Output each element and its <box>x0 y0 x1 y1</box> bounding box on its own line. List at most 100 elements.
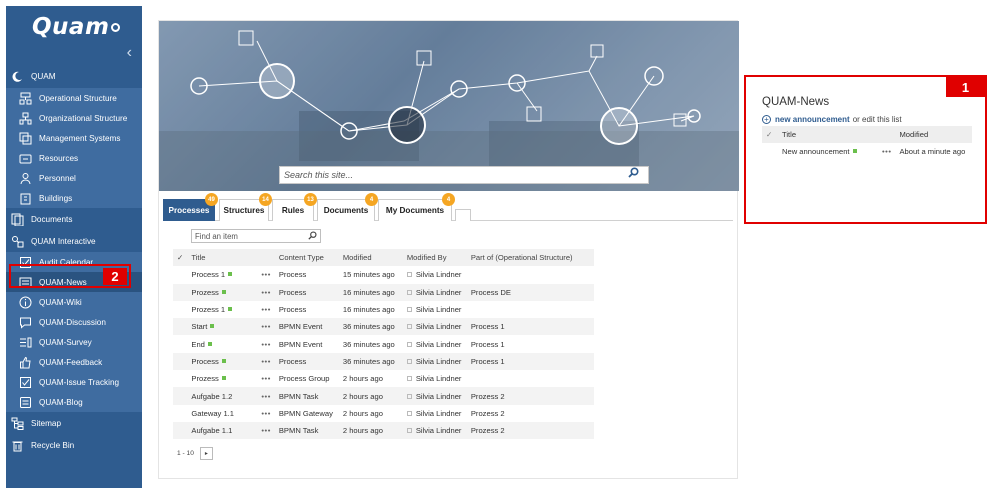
sidebar-item-quam-wiki[interactable]: QUAM-Wiki <box>6 292 142 312</box>
row-select-cell[interactable] <box>173 353 187 370</box>
ellipsis-menu-icon[interactable]: ••• <box>257 370 274 387</box>
row-title[interactable]: Process <box>191 357 218 366</box>
sidebar-item-management-systems[interactable]: Management Systems <box>6 128 142 148</box>
ellipsis-menu-icon[interactable]: ••• <box>878 143 895 160</box>
news-row-title[interactable]: New announcement <box>782 147 850 156</box>
new-announcement-link[interactable]: new announcement <box>775 115 850 124</box>
tab-more[interactable] <box>455 209 471 221</box>
row-select-cell[interactable] <box>173 301 187 318</box>
sidebar-item-quam-interactive[interactable]: QUAM Interactive <box>6 230 142 252</box>
row-select-cell[interactable] <box>173 335 187 352</box>
row-select-cell[interactable] <box>173 387 187 404</box>
sidebar-item-quam-survey[interactable]: QUAM-Survey <box>6 332 142 352</box>
ellipsis-menu-icon[interactable]: ••• <box>257 405 274 422</box>
ellipsis-menu-icon[interactable]: ••• <box>257 353 274 370</box>
table-row[interactable]: Aufgabe 1.2 ••• BPMN Task 2 hours ago Silvia… <box>173 387 594 405</box>
news-column-title[interactable]: Title <box>778 126 878 143</box>
row-title-cell[interactable]: Start <box>187 318 257 335</box>
news-column-modified[interactable]: Modified <box>895 126 972 143</box>
ellipsis-menu-icon[interactable]: ••• <box>257 318 274 335</box>
news-row[interactable]: New announcement ••• About a minute ago <box>762 143 972 160</box>
row-part-of[interactable]: Process 1 <box>467 353 594 370</box>
sidebar-item-buildings[interactable]: Buildings <box>6 188 142 208</box>
tab-rules[interactable]: Rules 13 <box>272 193 317 221</box>
sidebar-item-quam-issue-tracking[interactable]: QUAM-Issue Tracking <box>6 372 142 392</box>
collapse-sidebar-icon[interactable]: ‹ <box>127 44 132 62</box>
table-row[interactable]: Prozess 1 ••• Process 16 minutes ago Silvia … <box>173 301 594 318</box>
row-title[interactable]: Aufgabe 1.2 <box>191 392 232 401</box>
sidebar-item-organizational-structure[interactable]: Organizational Structure <box>6 108 142 128</box>
ellipsis-menu-icon[interactable]: ••• <box>257 266 274 283</box>
select-all-checkmark-icon[interactable]: ✓ <box>173 249 187 266</box>
next-page-button[interactable]: ▸ <box>199 447 213 460</box>
search-icon[interactable] <box>628 167 648 183</box>
row-title-cell[interactable]: Process 1 <box>187 266 257 283</box>
row-title[interactable]: End <box>191 340 205 349</box>
row-modified-by[interactable]: Silvia Lindner <box>416 374 462 383</box>
sidebar-item-resources[interactable]: Resources <box>6 148 142 168</box>
ellipsis-menu-icon[interactable]: ••• <box>257 422 274 439</box>
table-row[interactable]: Prozess ••• Process Group 2 hours ago Silvia… <box>173 370 594 387</box>
news-row-title-cell[interactable]: New announcement <box>778 143 878 160</box>
sidebar-item-quam-feedback[interactable]: QUAM-Feedback <box>6 352 142 372</box>
row-part-of[interactable] <box>467 301 594 318</box>
sidebar-item-documents[interactable]: Documents <box>6 208 142 230</box>
row-title[interactable]: Aufgabe 1.1 <box>191 426 232 435</box>
sidebar-item-sitemap[interactable]: Sitemap <box>6 412 142 434</box>
row-part-of[interactable]: Process 1 <box>467 335 594 352</box>
table-row[interactable]: End ••• BPMN Event 36 minutes ago Silvia Lin… <box>173 335 594 352</box>
ellipsis-menu-icon[interactable]: ••• <box>257 301 274 318</box>
row-title[interactable]: Prozess 1 <box>191 305 225 314</box>
ellipsis-menu-icon[interactable]: ••• <box>257 387 274 404</box>
row-part-of[interactable]: Prozess 2 <box>467 405 594 422</box>
table-row[interactable]: Aufgabe 1.1 ••• BPMN Task 2 hours ago Silvia… <box>173 421 594 440</box>
row-modified-by[interactable]: Silvia Lindner <box>416 288 462 297</box>
news-title[interactable]: QUAM-News <box>762 96 996 112</box>
row-part-of[interactable] <box>467 370 594 387</box>
row-title-cell[interactable]: Process <box>187 353 257 370</box>
row-modified-by[interactable]: Silvia Lindner <box>416 340 462 349</box>
table-row[interactable]: Gateway 1.1 ••• BPMN Gateway 2 hours ago Sil… <box>173 405 594 422</box>
sidebar-section-quam[interactable]: QUAM <box>6 64 142 88</box>
row-modified-by[interactable]: Silvia Lindner <box>416 392 462 401</box>
row-part-of[interactable]: Process DE <box>467 284 594 301</box>
row-modified-by[interactable]: Silvia Lindner <box>416 426 462 435</box>
row-modified-by[interactable]: Silvia Lindner <box>416 305 462 314</box>
row-title[interactable]: Process 1 <box>191 270 225 279</box>
site-search-input[interactable]: Search this site... <box>279 166 649 184</box>
table-row[interactable]: Process ••• Process 36 minutes ago Silvia Li… <box>173 352 594 371</box>
table-row[interactable]: Start ••• BPMN Event 36 minutes ago Silvia L… <box>173 318 594 336</box>
row-modified-by[interactable]: Silvia Lindner <box>416 357 462 366</box>
sidebar-item-quam-discussion[interactable]: QUAM-Discussion <box>6 312 142 332</box>
add-plus-icon[interactable]: + <box>762 114 771 124</box>
row-part-of[interactable]: Prozess 2 <box>467 422 594 439</box>
sidebar-item-quam-blog[interactable]: QUAM-Blog <box>6 392 142 412</box>
row-title-cell[interactable]: Prozess <box>187 370 257 387</box>
row-title-cell[interactable]: Prozess 1 <box>187 301 257 318</box>
sidebar-item-operational-structure[interactable]: Operational Structure <box>6 88 142 108</box>
row-title[interactable]: Prozess <box>191 374 218 383</box>
tab-documents[interactable]: Documents 4 <box>317 193 378 221</box>
row-select-cell[interactable] <box>173 370 187 387</box>
row-part-of[interactable] <box>467 266 594 283</box>
ellipsis-menu-icon[interactable]: ••• <box>257 335 274 352</box>
ellipsis-menu-icon[interactable]: ••• <box>257 284 274 301</box>
row-modified-by[interactable]: Silvia Lindner <box>416 322 462 331</box>
row-select-cell[interactable] <box>173 318 187 335</box>
row-title[interactable]: Start <box>191 322 207 331</box>
row-part-of[interactable]: Process 1 <box>467 318 594 335</box>
sidebar-item-personnel[interactable]: Personnel <box>6 168 142 188</box>
row-title-cell[interactable]: Aufgabe 1.1 <box>187 422 257 439</box>
column-header-title[interactable]: Title <box>187 249 257 266</box>
row-select-cell[interactable] <box>173 266 187 283</box>
row-title-cell[interactable]: Gateway 1.1 <box>187 405 257 422</box>
row-modified-by[interactable]: Silvia Lindner <box>416 270 462 279</box>
row-modified-by[interactable]: Silvia Lindner <box>416 409 462 418</box>
edit-list-link[interactable]: or edit this list <box>853 115 902 124</box>
find-search-icon[interactable] <box>308 231 317 242</box>
column-header-modified-by[interactable]: Modified By <box>403 249 467 266</box>
row-part-of[interactable]: Prozess 2 <box>467 387 594 404</box>
tab-processes[interactable]: Processes 49 <box>163 193 218 221</box>
column-header-content-type[interactable]: Content Type <box>275 249 339 266</box>
row-title[interactable]: Prozess <box>191 288 218 297</box>
